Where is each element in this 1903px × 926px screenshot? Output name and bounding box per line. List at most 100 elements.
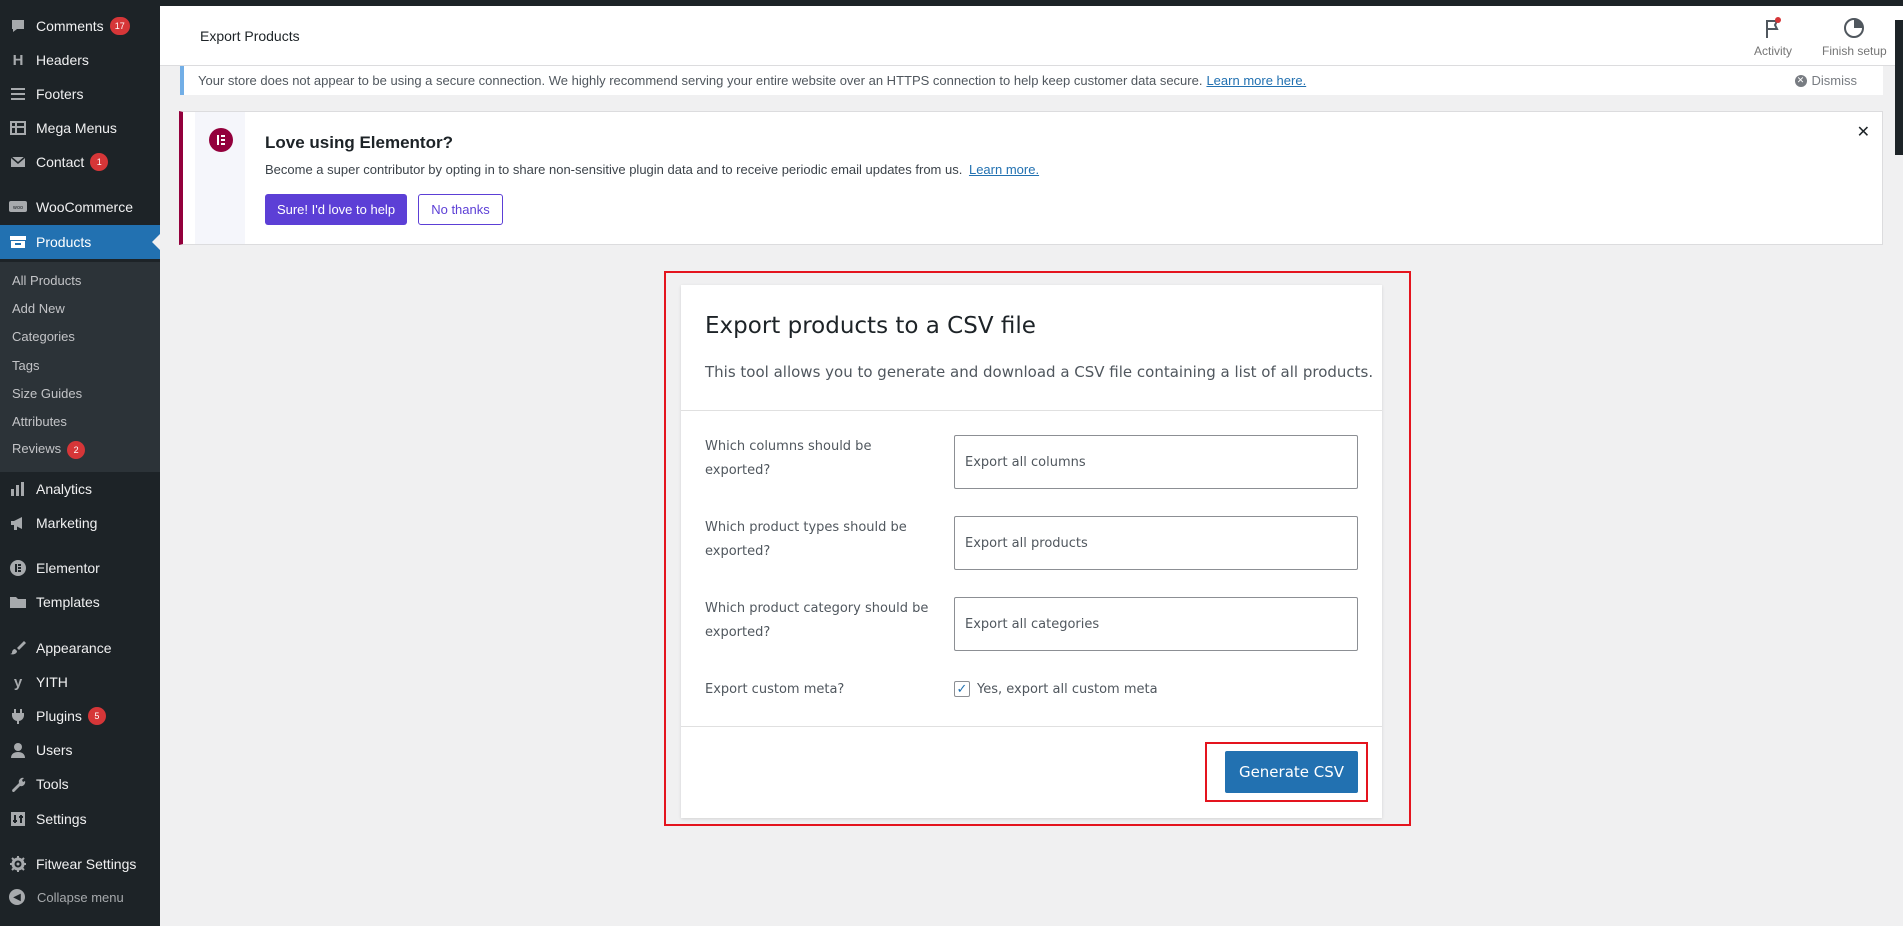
settings-icon <box>9 810 27 828</box>
sidebar-item-label: Footers <box>36 86 84 102</box>
sidebar-item-comments[interactable]: Comments 17 <box>0 9 160 43</box>
submenu-label: All Products <box>12 273 82 288</box>
collapse-menu-label: Collapse menu <box>37 889 124 905</box>
sidebar-item-woocommerce[interactable]: woo WooCommerce <box>0 190 160 224</box>
sidebar-item-mega-menus[interactable]: Mega Menus <box>0 111 160 145</box>
sidebar-item-label: Plugins <box>36 708 82 724</box>
plugin-icon <box>9 707 27 725</box>
plugins-count-badge: 5 <box>87 707 106 725</box>
submenu-item-add-new[interactable]: Add New <box>12 301 65 316</box>
https-notice-text: Your store does not appear to be using a… <box>198 73 1203 88</box>
no-thanks-button[interactable]: No thanks <box>418 194 503 225</box>
sidebar-item-footers[interactable]: Footers <box>0 77 160 111</box>
reviews-count-badge: 2 <box>67 441 86 459</box>
archive-icon <box>9 233 27 251</box>
svg-text:woo: woo <box>13 205 23 211</box>
woocommerce-icon: woo <box>9 198 27 216</box>
sidebar-item-label: YITH <box>36 674 68 690</box>
sidebar-item-label: Templates <box>36 594 100 610</box>
sidebar-item-label: Analytics <box>36 481 93 497</box>
product-types-field-label: Which product types should be exported? <box>705 520 907 559</box>
category-select-value: Export all categories <box>965 616 1100 632</box>
progress-circle-icon <box>1842 16 1866 40</box>
footers-icon <box>9 85 27 103</box>
export-products-card: Export products to a CSV file This tool … <box>681 285 1382 818</box>
sidebar-item-headers[interactable]: H Headers <box>0 43 160 77</box>
comment-icon <box>9 17 27 35</box>
comments-count-badge: 17 <box>109 17 130 35</box>
sidebar-item-label: Headers <box>36 52 89 68</box>
highlight-box-generate-button <box>1205 742 1368 802</box>
export-card-header: Export products to a CSV file This tool … <box>681 285 1382 411</box>
submenu-item-reviews[interactable]: Reviews 2 <box>12 441 86 459</box>
elementor-notice-title: Love using Elementor? <box>265 133 453 152</box>
category-select[interactable]: Export all categories <box>954 597 1358 651</box>
custom-meta-checkbox-label: Yes, export all custom meta <box>977 681 1158 697</box>
elementor-logo-column <box>195 112 245 244</box>
category-field-label: Which product category should be exporte… <box>705 601 929 640</box>
sidebar-item-label: Users <box>36 742 73 758</box>
gear-icon <box>9 855 27 873</box>
finish-setup-button[interactable]: Finish setup <box>1822 16 1887 58</box>
elementor-icon <box>9 559 27 577</box>
submenu-label: Categories <box>12 329 75 344</box>
sidebar-item-users[interactable]: Users <box>0 733 160 767</box>
sidebar-item-templates[interactable]: Templates <box>0 585 160 619</box>
product-types-select-value: Export all products <box>965 535 1088 551</box>
activity-button[interactable]: Activity <box>1754 16 1792 58</box>
columns-select[interactable]: Export all columns <box>954 435 1358 489</box>
submenu-item-tags[interactable]: Tags <box>12 358 39 373</box>
submenu-item-categories[interactable]: Categories <box>12 329 75 344</box>
mail-icon <box>9 153 27 171</box>
collapse-menu-button[interactable]: ◀ Collapse menu <box>9 889 124 905</box>
flag-icon <box>1761 16 1785 40</box>
paintbrush-icon <box>9 639 27 657</box>
sidebar-item-contact[interactable]: Contact 1 <box>0 145 160 179</box>
submenu-label: Attributes <box>12 414 67 429</box>
products-submenu: All Products Add New Categories Tags Siz… <box>0 262 160 472</box>
sidebar-item-label: WooCommerce <box>36 199 133 215</box>
product-types-select[interactable]: Export all products <box>954 516 1358 570</box>
sidebar-item-elementor[interactable]: Elementor <box>0 551 160 585</box>
submenu-label: Reviews <box>12 441 62 456</box>
sidebar-item-marketing[interactable]: Marketing <box>0 506 160 540</box>
columns-select-value: Export all columns <box>965 454 1086 470</box>
sidebar-item-plugins[interactable]: Plugins 5 <box>0 699 160 733</box>
opt-in-button[interactable]: Sure! I'd love to help <box>265 194 407 225</box>
custom-meta-checkbox[interactable]: ✓ <box>954 681 970 697</box>
activity-label: Activity <box>1754 44 1793 58</box>
submenu-item-size-guides[interactable]: Size Guides <box>12 386 82 401</box>
yith-icon: y <box>13 673 23 691</box>
sidebar-item-products[interactable]: Products <box>0 225 160 259</box>
admin-sidebar: Comments 17 H Headers Footers Mega Menus… <box>0 0 160 926</box>
page-title: Export Products <box>200 28 300 44</box>
sidebar-item-label: Products <box>36 234 92 250</box>
sidebar-item-analytics[interactable]: Analytics <box>0 472 160 506</box>
sidebar-item-label: Tools <box>36 776 69 792</box>
custom-meta-checkbox-row[interactable]: ✓ Yes, export all custom meta <box>954 681 1158 697</box>
submenu-item-attributes[interactable]: Attributes <box>12 414 67 429</box>
help-panel-edge[interactable] <box>1895 20 1903 155</box>
close-icon: ✕ <box>1794 74 1807 87</box>
dismiss-button[interactable]: ✕ Dismiss <box>1794 73 1857 88</box>
sidebar-item-settings[interactable]: Settings <box>0 802 160 836</box>
elementor-learn-more-link[interactable]: Learn more. <box>969 162 1039 177</box>
sidebar-item-appearance[interactable]: Appearance <box>0 631 160 665</box>
folder-icon <box>9 593 27 611</box>
submenu-item-all-products[interactable]: All Products <box>12 273 81 288</box>
sidebar-item-label: Appearance <box>36 640 112 656</box>
export-description: This tool allows you to generate and dow… <box>705 363 1374 381</box>
sidebar-item-tools[interactable]: Tools <box>0 767 160 801</box>
sidebar-item-yith[interactable]: y YITH <box>0 665 160 699</box>
sidebar-item-label: Mega Menus <box>36 120 117 136</box>
contact-count-badge: 1 <box>90 153 109 171</box>
close-icon[interactable]: ✕ <box>1857 122 1870 142</box>
sidebar-item-fitwear-settings[interactable]: Fitwear Settings <box>0 847 160 881</box>
elementor-logo-icon <box>209 128 233 152</box>
export-title: Export products to a CSV file <box>705 313 1036 339</box>
bar-chart-icon <box>9 480 27 498</box>
sidebar-item-label: Contact <box>36 154 85 170</box>
sidebar-item-label: Elementor <box>36 560 100 576</box>
https-learn-more-link[interactable]: Learn more here. <box>1206 73 1306 88</box>
wrench-icon <box>9 775 27 793</box>
